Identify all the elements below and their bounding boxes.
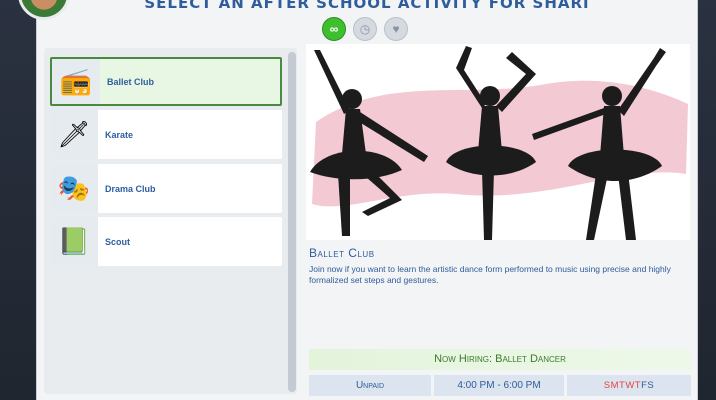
heart-icon[interactable]: ♥ [384,17,408,41]
activity-item-scout[interactable]: 📗 Scout [50,217,282,266]
infinity-icon[interactable]: ∞ [322,17,346,41]
day-sun: S [603,380,611,391]
hiring-banner: Now Hiring: Ballet Dancer [309,349,691,370]
activity-hero-image [306,44,690,240]
scrollbar-thumb[interactable] [288,52,296,392]
masks-icon: 🎭 [50,164,98,213]
day-wed: W [625,380,635,391]
hours-label: 4:00 PM - 6:00 PM [434,375,564,396]
background-left [0,0,36,400]
boombox-icon: 📻 [52,59,100,104]
list-scrollbar[interactable] [288,52,296,392]
day-mon: M [610,380,619,391]
activity-item-ballet-club[interactable]: 📻 Ballet Club [50,57,282,106]
day-sat: S [647,380,655,391]
activity-item-karate[interactable]: 🗡 Karate [50,110,282,159]
activity-item-drama-club[interactable]: 🎭 Drama Club [50,164,282,213]
activity-label: Ballet Club [107,76,155,87]
pay-label: Unpaid [309,375,431,396]
mode-filter-row: ∞ ◷ ♥ [322,17,408,41]
scout-book-icon: 📗 [50,217,98,266]
dialog-title: Select an After School Activity for Shar… [144,0,590,12]
background-right [698,0,716,400]
activity-label: Karate [105,129,134,140]
sword-icon: 🗡 [50,110,98,159]
activity-description: Join now if you want to learn the artist… [309,264,671,285]
days-of-week: SMTWTFS [567,375,691,396]
activity-label: Scout [105,236,131,247]
clock-icon[interactable]: ◷ [353,17,377,41]
activity-title: Ballet Club [309,246,375,260]
schedule-info-row: Unpaid 4:00 PM - 6:00 PM SMTWTFS [309,375,691,396]
activity-label: Drama Club [105,183,156,194]
